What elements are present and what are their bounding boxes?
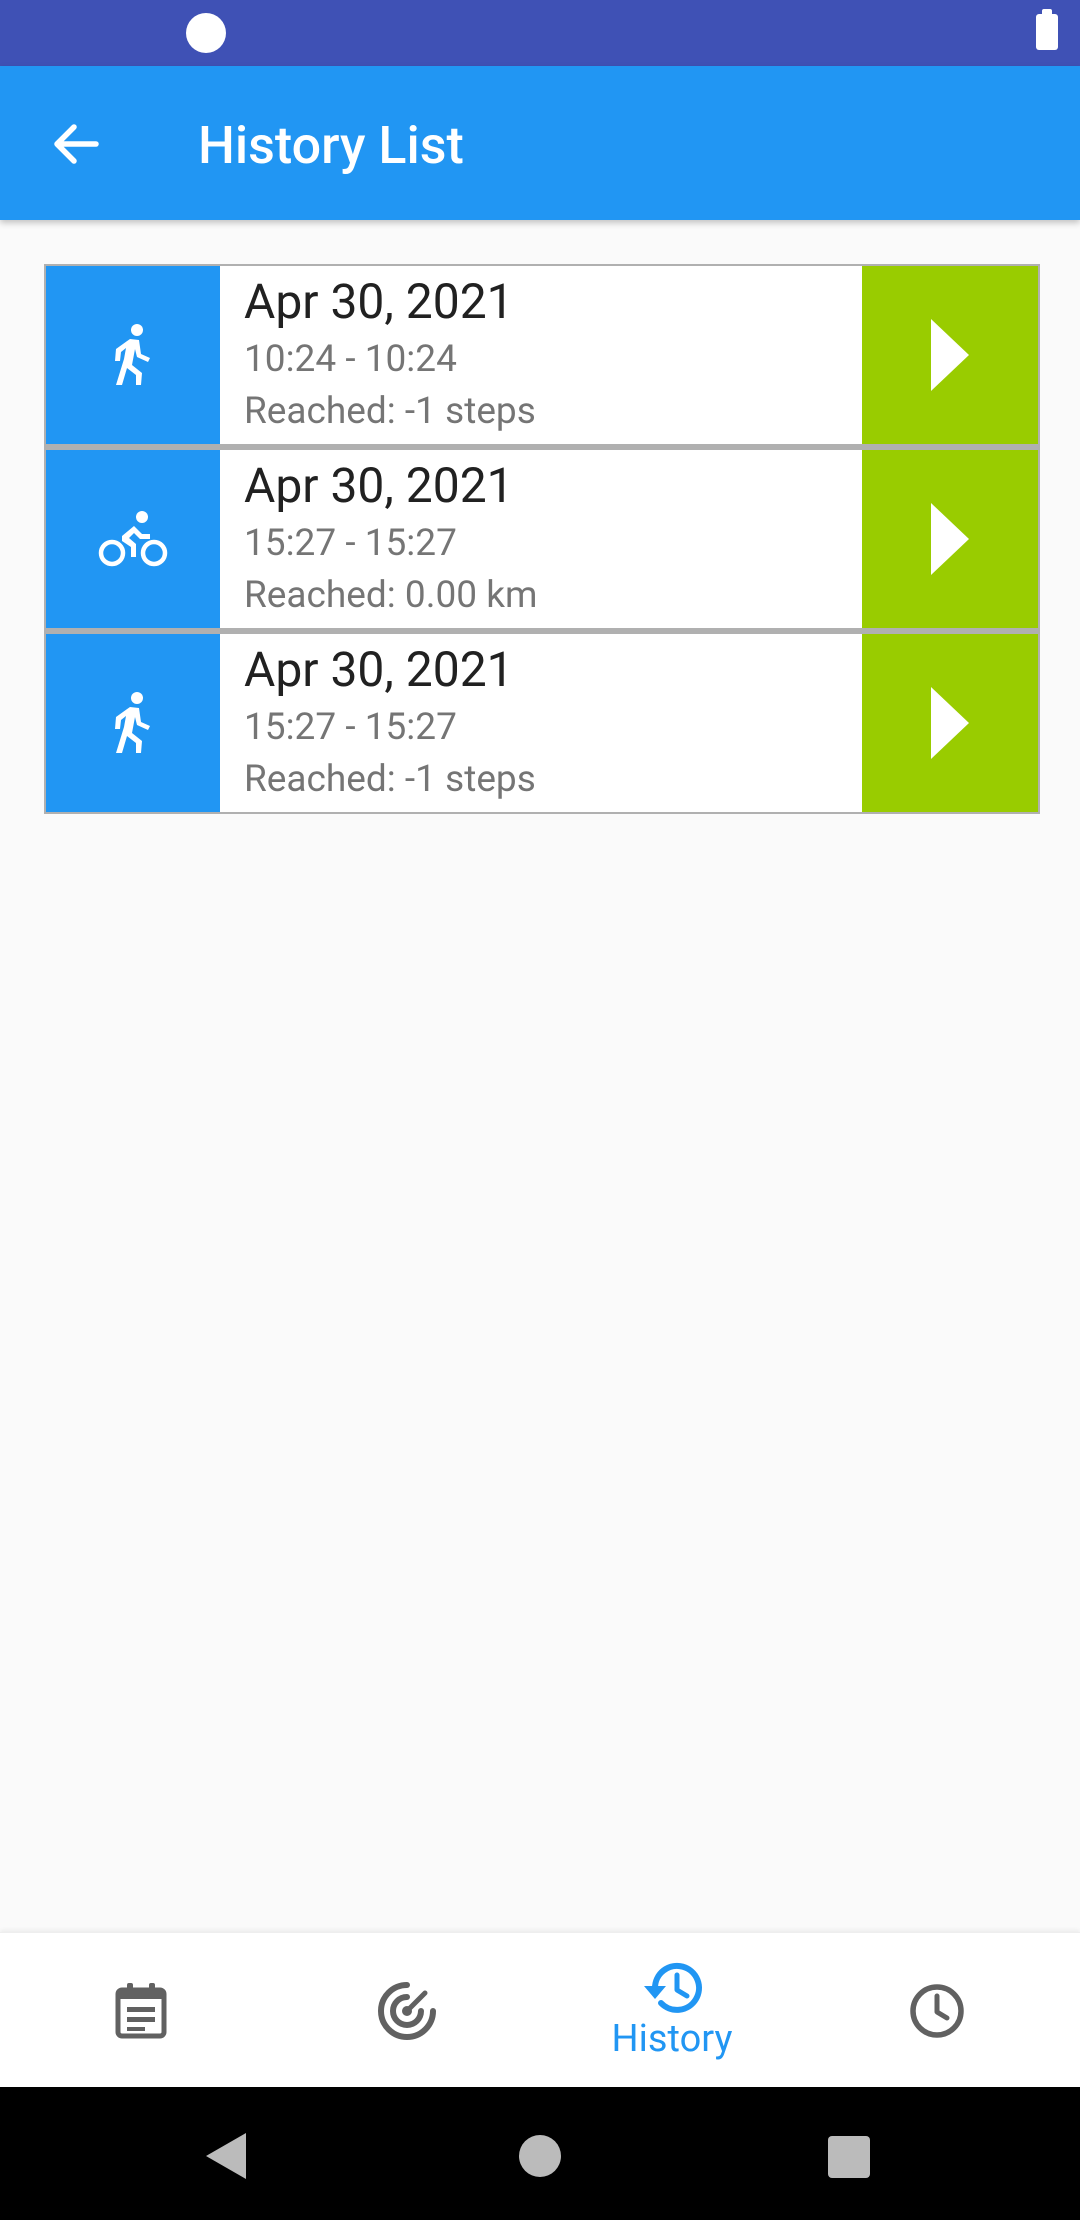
activity-icon-box [46, 634, 220, 812]
item-time-range: 10:24 - 10:24 [244, 338, 457, 381]
nav-item-history[interactable]: History [572, 1933, 772, 2088]
history-item-details: Apr 30, 2021 10:24 - 10:24 Reached: -1 s… [220, 266, 862, 444]
back-button[interactable] [30, 108, 120, 180]
history-icon [644, 1962, 702, 2013]
item-date: Apr 30, 2021 [244, 457, 514, 514]
nav-label-history: History [611, 2016, 733, 2061]
battery-icon [1036, 9, 1058, 50]
nav-item-calendar[interactable] [41, 1933, 241, 2088]
activity-icon-box [46, 266, 220, 444]
calendar-list-icon [115, 1982, 167, 2038]
item-reached: Reached: 0.00 km [244, 574, 538, 617]
notification-dot-icon [186, 13, 226, 53]
history-item[interactable]: Apr 30, 2021 15:27 - 15:27 Reached: -1 s… [44, 630, 1040, 814]
radar-icon [378, 1981, 436, 2040]
history-item[interactable]: Apr 30, 2021 15:27 - 15:27 Reached: 0.00… [44, 446, 1040, 630]
item-date: Apr 30, 2021 [244, 273, 514, 330]
page-title: History List [198, 115, 464, 176]
history-item[interactable]: Apr 30, 2021 10:24 - 10:24 Reached: -1 s… [44, 264, 1040, 446]
bottom-navigation: History [0, 1932, 1080, 2088]
history-item-details: Apr 30, 2021 15:27 - 15:27 Reached: -1 s… [220, 634, 862, 812]
history-item-details: Apr 30, 2021 15:27 - 15:27 Reached: 0.00… [220, 450, 862, 628]
nav-item-clock[interactable] [837, 1933, 1037, 2088]
bike-icon [98, 511, 168, 567]
app-bar: History List [0, 66, 1080, 220]
item-date: Apr 30, 2021 [244, 641, 514, 698]
play-button[interactable] [862, 266, 1038, 444]
nav-item-radar[interactable] [307, 1933, 507, 2088]
play-button[interactable] [862, 634, 1038, 812]
clock-icon [910, 1983, 964, 2038]
walk-icon [115, 324, 150, 385]
status-bar [0, 0, 1080, 66]
play-arrow-icon [931, 503, 969, 575]
item-reached: Reached: -1 steps [244, 758, 536, 801]
walk-icon [115, 692, 150, 753]
system-back-icon[interactable] [204, 2133, 248, 2179]
arrow-back-icon [54, 124, 99, 164]
play-arrow-icon [931, 687, 969, 759]
item-time-range: 15:27 - 15:27 [244, 706, 457, 749]
activity-icon-box [46, 450, 220, 628]
history-list: Apr 30, 2021 10:24 - 10:24 Reached: -1 s… [44, 264, 1040, 814]
play-arrow-icon [931, 319, 969, 391]
system-recents-icon[interactable] [828, 2136, 870, 2178]
item-reached: Reached: -1 steps [244, 390, 536, 433]
play-button[interactable] [862, 450, 1038, 628]
system-home-icon[interactable] [519, 2135, 561, 2177]
system-navigation-bar [0, 2087, 1080, 2220]
item-time-range: 15:27 - 15:27 [244, 522, 457, 565]
